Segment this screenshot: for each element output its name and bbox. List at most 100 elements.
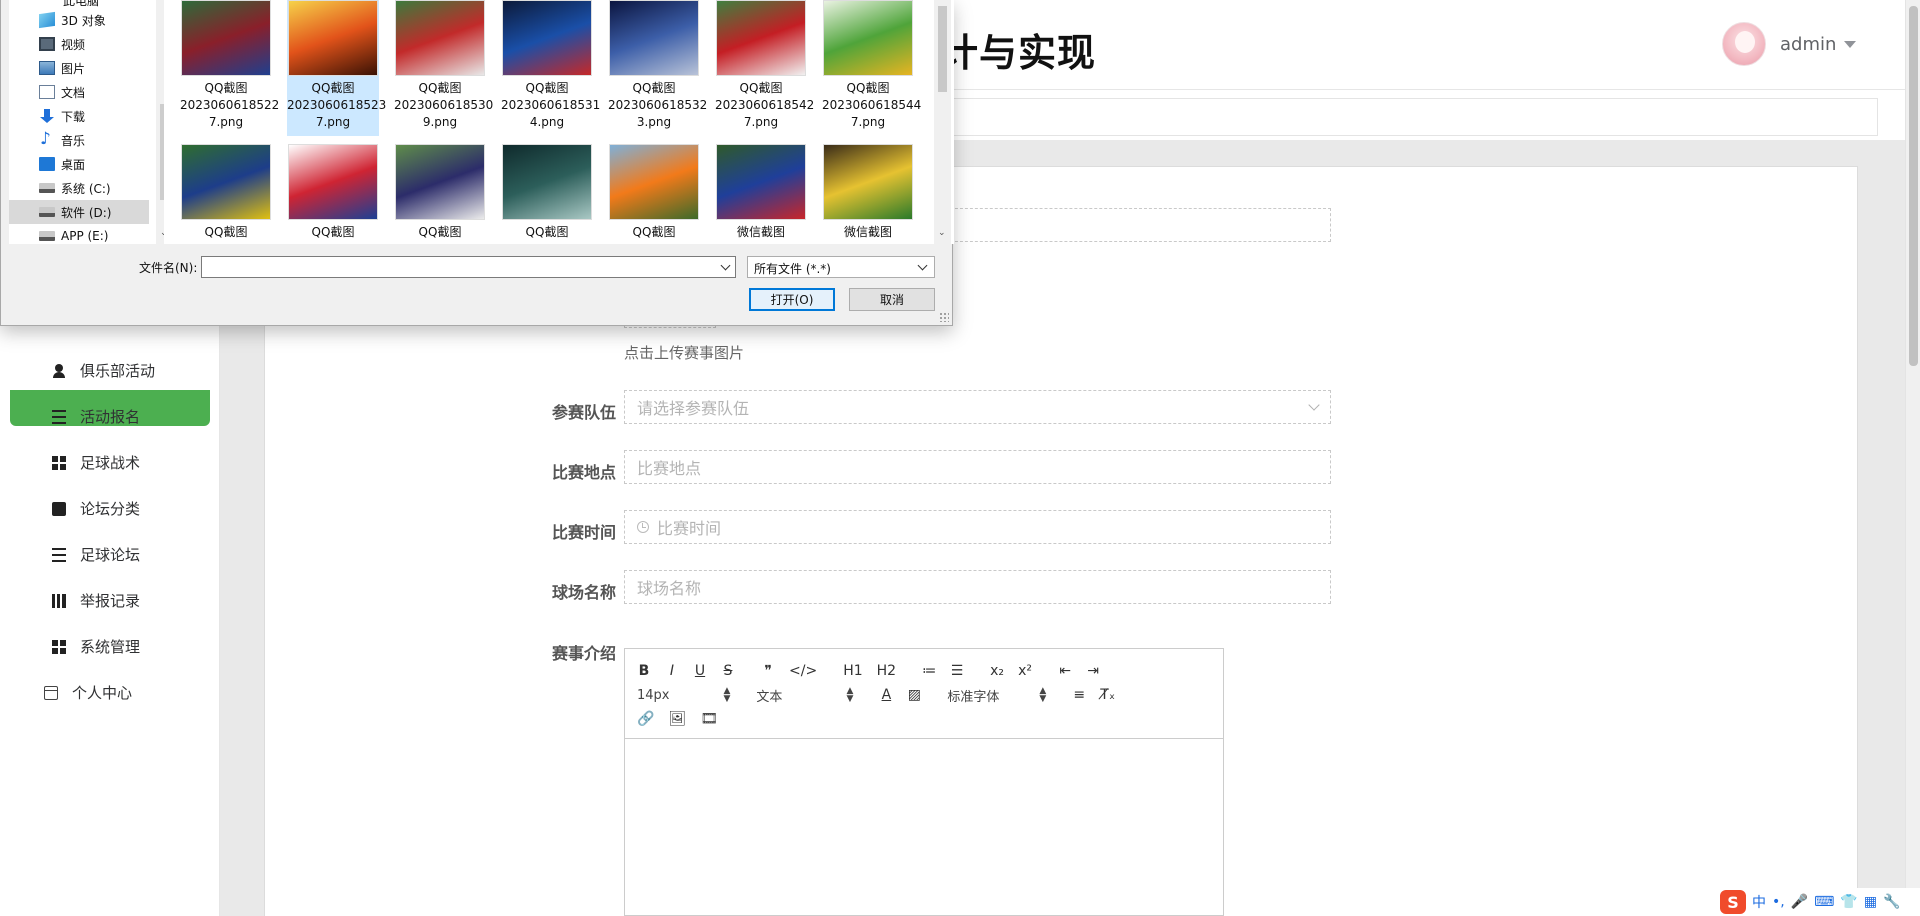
sidebar-item-forum[interactable]: 足球论坛 [52, 544, 140, 565]
file-item[interactable]: QQ截图 2023060618530 9.png [394, 0, 493, 136]
nav-item[interactable]: 桌面 [9, 152, 149, 176]
sidebar-item-forum-category[interactable]: 论坛分类 [52, 498, 140, 519]
nav-item[interactable]: 文档 [9, 80, 149, 104]
filename-label: 文件名(N): [139, 261, 198, 275]
sidebar-item-activity-signup[interactable]: 活动报名 [52, 406, 140, 427]
image-thumbnail [716, 0, 806, 76]
code-icon[interactable]: </> [789, 663, 817, 679]
bold-icon[interactable]: B [637, 663, 651, 679]
file-item[interactable]: QQ截图 [180, 144, 272, 244]
user-name[interactable]: admin [1780, 34, 1836, 55]
image-icon[interactable]: 🖼 [668, 711, 686, 727]
font-size-select[interactable]: 14px ▲ ▼ [637, 687, 730, 704]
file-item[interactable]: QQ截图 2023060618523 7.png [287, 0, 386, 136]
nav-item[interactable]: APP (E:) [9, 224, 149, 248]
sidebar-item-tactics[interactable]: 足球战术 [52, 452, 140, 473]
keyboard-icon[interactable]: ⌨ [1814, 894, 1834, 910]
ime-language[interactable]: 中 [1752, 892, 1766, 912]
file-item[interactable]: QQ截图 2023060618542 7.png [715, 0, 814, 136]
nav-item[interactable]: 下载 [9, 104, 149, 128]
nav-item[interactable]: 软件 (D:) [9, 200, 149, 224]
file-item[interactable]: QQ截图 2023060618531 4.png [501, 0, 600, 136]
indent-icon[interactable]: ⇥ [1086, 663, 1100, 679]
teams-select[interactable]: 请选择参赛队伍 [624, 390, 1331, 424]
file-item[interactable]: QQ截图 [608, 144, 700, 244]
quote-icon[interactable]: ❞ [761, 663, 775, 679]
resize-grip[interactable] [939, 312, 949, 322]
strikethrough-icon[interactable]: S [721, 663, 735, 679]
file-list-scrollbar[interactable]: ⌄ [934, 0, 951, 244]
heading1-icon[interactable]: H1 [843, 663, 862, 679]
nav-item[interactable]: 音乐 [9, 128, 149, 152]
superscript-icon[interactable]: x² [1018, 663, 1032, 679]
ime-logo-icon[interactable]: S [1720, 890, 1746, 914]
sidebar-item-system[interactable]: 系统管理 [52, 636, 140, 657]
avatar[interactable] [1722, 22, 1766, 66]
rich-text-editor[interactable]: B I U S ❞ </> H1 H2 ≔ ☰ x₂ x² ⇤ ⇥ 14px ▲ ▼ 文本 ▲ ▼ A ▨ 标准字… [624, 648, 1224, 916]
settings-icon[interactable]: 🔧 [1883, 894, 1900, 910]
font-color-icon[interactable]: A [879, 687, 893, 703]
link-icon[interactable]: 🔗 [637, 711, 654, 727]
ordered-list-icon[interactable]: ≔ [922, 663, 936, 679]
file-name: QQ截图 [739, 81, 783, 95]
file-item[interactable]: QQ截图 [501, 144, 593, 244]
file-list-scrollbar-thumb[interactable] [938, 6, 947, 92]
nav-item[interactable]: 3D 对象 [9, 8, 149, 32]
bullet-list-icon[interactable]: ☰ [950, 663, 964, 679]
clear-format-icon[interactable]: T̸ₓ [1100, 687, 1115, 703]
sidebar-item-club-activity[interactable]: 俱乐部活动 [52, 360, 155, 381]
image-thumbnail [181, 144, 271, 220]
stadium-input[interactable]: 球场名称 [624, 570, 1331, 604]
filetype-select[interactable]: 所有文件 (*.*) [747, 256, 935, 278]
image-thumbnail [181, 0, 271, 76]
time-picker[interactable]: 比赛时间 [624, 510, 1331, 544]
font-family-select[interactable]: 标准字体 ▲ ▼ [947, 686, 1046, 705]
heading2-icon[interactable]: H2 [877, 663, 896, 679]
outdent-icon[interactable]: ⇤ [1058, 663, 1072, 679]
teams-placeholder: 请选择参赛队伍 [637, 399, 750, 418]
chevron-down-icon[interactable] [720, 260, 731, 271]
underline-icon[interactable]: U [693, 663, 707, 679]
nav-item[interactable]: 视频 [9, 32, 149, 56]
user-menu[interactable]: admin [1722, 22, 1857, 66]
open-button[interactable]: 打开(O) [749, 288, 835, 311]
sidebar-item-label: 俱乐部活动 [80, 362, 156, 380]
align-left-icon[interactable]: ≡ [1072, 687, 1086, 703]
file-item[interactable]: QQ截图 [394, 144, 486, 244]
file-name: 7.png [208, 115, 244, 129]
name-input-partial[interactable] [950, 208, 1331, 242]
skin-icon[interactable]: 👕 [1840, 894, 1857, 910]
sidebar-item-personal-center[interactable]: 个人中心 [44, 682, 132, 703]
location-input[interactable]: 比赛地点 [624, 450, 1331, 484]
text-type-select[interactable]: 文本 ▲ ▼ [756, 686, 853, 705]
sidebar-item-label: 系统管理 [80, 638, 141, 656]
system-tray: S 中 •, 🎤 ⌨ 👕 ▦ 🔧 [1716, 888, 1920, 916]
page-scrollbar[interactable] [1905, 0, 1920, 916]
video-icon[interactable]: 🎞 [700, 711, 718, 727]
chevron-down-icon[interactable] [1844, 40, 1857, 48]
image-thumbnail [823, 0, 913, 76]
cancel-button[interactable]: 取消 [849, 288, 935, 311]
italic-icon[interactable]: I [665, 663, 679, 679]
file-item[interactable]: QQ截图 2023060618544 7.png [822, 0, 921, 136]
file-item[interactable]: QQ截图 [287, 144, 379, 244]
chevron-down-icon[interactable]: ⌄ [938, 228, 946, 238]
page-scrollbar-thumb[interactable] [1909, 6, 1918, 366]
file-item[interactable]: QQ截图 2023060618522 7.png [180, 0, 279, 136]
punctuation-icon[interactable]: •, [1772, 894, 1785, 910]
location-label: 比赛地点 [551, 463, 616, 482]
nav-item[interactable]: 系统 (C:) [9, 176, 149, 200]
file-item[interactable]: QQ截图 2023060618532 3.png [608, 0, 707, 136]
file-name: QQ截图 [632, 225, 676, 239]
editor-body[interactable] [625, 739, 1223, 915]
pictures-folder-icon [39, 61, 55, 75]
sidebar-item-reports[interactable]: 举报记录 [52, 590, 140, 611]
nav-item[interactable]: 图片 [9, 56, 149, 80]
background-color-icon[interactable]: ▨ [907, 687, 921, 703]
file-item[interactable]: 微信截图 [822, 144, 914, 244]
filename-input[interactable] [201, 256, 736, 278]
subscript-icon[interactable]: x₂ [990, 663, 1004, 679]
toolbox-icon[interactable]: ▦ [1864, 894, 1877, 910]
microphone-icon[interactable]: 🎤 [1791, 894, 1808, 910]
file-item[interactable]: 微信截图 [715, 144, 807, 244]
